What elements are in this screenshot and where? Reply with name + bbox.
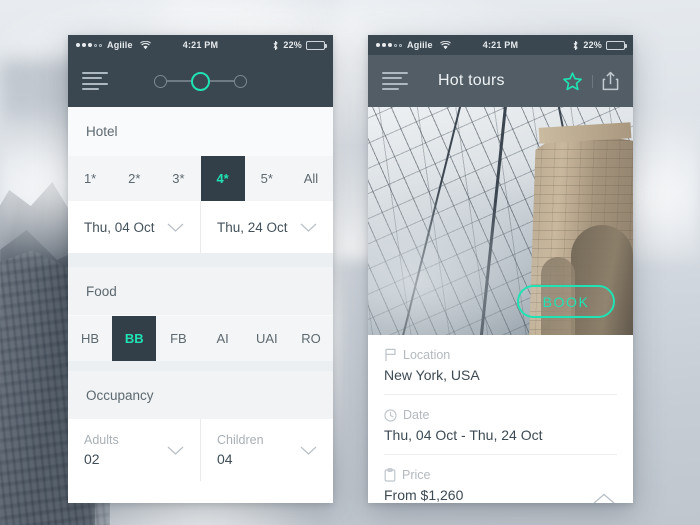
section-divider-2 <box>68 361 333 371</box>
bluetooth-icon <box>572 40 579 51</box>
battery-percent-label: 22% <box>283 40 302 50</box>
chevron-up-icon[interactable] <box>593 493 615 503</box>
chip-hotel-5star[interactable]: 5* <box>245 156 289 201</box>
chip-hotel-1star[interactable]: 1* <box>68 156 112 201</box>
chip-food-hb[interactable]: HB <box>68 316 112 361</box>
children-value: 04 <box>217 451 233 467</box>
chip-hotel-3star[interactable]: 3* <box>156 156 200 201</box>
status-bar-left: Agiile <box>376 40 451 50</box>
checkin-date-field[interactable]: Thu, 04 Oct <box>68 201 200 253</box>
battery-icon <box>306 40 327 50</box>
chip-hotel-all[interactable]: All <box>289 156 333 201</box>
chip-hotel-2star[interactable]: 2* <box>112 156 156 201</box>
date-label-group: Date <box>384 408 617 422</box>
signal-strength-icon <box>76 43 102 47</box>
hamburger-menu-icon[interactable] <box>82 72 108 90</box>
date-range-fields: Thu, 04 Oct Thu, 24 Oct <box>68 201 333 253</box>
book-button[interactable]: BOOK <box>517 285 615 318</box>
battery-icon <box>606 40 627 50</box>
carrier-label: Agiile <box>407 40 433 50</box>
status-bar: Agiile 4:21 PM 22% <box>368 35 633 55</box>
adults-value: 02 <box>84 451 100 467</box>
step-dot-2-active[interactable] <box>191 71 210 91</box>
flag-icon <box>384 348 397 362</box>
step-connector-2 <box>210 80 234 82</box>
adults-stepper[interactable]: Adults 02 <box>68 419 200 481</box>
tour-detail-list: Location New York, USA Date Thu, 04 Oct … <box>368 335 633 503</box>
hamburger-menu-icon[interactable] <box>382 72 408 90</box>
navigation-bar <box>68 55 333 107</box>
screenshot-stage: Agiile 4:21 PM 22% Hotel 1* 2* 3* 4* 5* … <box>0 0 700 525</box>
checkout-date-value: Thu, 24 Oct <box>217 219 288 235</box>
section-title-occupancy: Occupancy <box>68 371 333 419</box>
children-stepper[interactable]: Children 04 <box>200 419 333 481</box>
price-label-group: Price <box>384 468 617 482</box>
chevron-down-icon <box>300 446 317 455</box>
section-occupancy: Occupancy Adults 02 Children 04 <box>68 371 333 481</box>
chip-food-ai[interactable]: AI <box>201 316 245 361</box>
food-plan-chips: HB BB FB AI UAI RO <box>68 315 333 361</box>
location-label: Location <box>403 348 451 362</box>
status-bar-left: Agiile <box>76 40 151 50</box>
signal-strength-icon <box>376 43 402 47</box>
step-dot-1[interactable] <box>154 74 167 88</box>
action-divider <box>592 74 593 88</box>
chip-food-bb[interactable]: BB <box>112 316 157 361</box>
location-value: New York, USA <box>384 367 480 383</box>
chip-food-fb[interactable]: FB <box>156 316 200 361</box>
clipboard-icon <box>384 468 396 482</box>
navigation-actions <box>562 71 619 92</box>
price-value: From $1,260 <box>384 487 464 503</box>
detail-row-date[interactable]: Date Thu, 04 Oct - Thu, 24 Oct <box>384 395 617 455</box>
detail-row-price[interactable]: Price From $1,260 <box>384 455 617 503</box>
checkin-date-value: Thu, 04 Oct <box>84 219 155 235</box>
children-label: Children <box>217 433 264 447</box>
price-label: Price <box>402 468 431 482</box>
step-dot-3[interactable] <box>234 74 247 88</box>
section-title-hotel: Hotel <box>68 107 333 155</box>
battery-percent-label: 22% <box>583 40 602 50</box>
carrier-label: Agiile <box>107 40 133 50</box>
detail-row-location[interactable]: Location New York, USA <box>384 335 617 395</box>
section-divider-1 <box>68 253 333 267</box>
chevron-down-icon <box>167 446 184 455</box>
bluetooth-icon <box>272 40 279 51</box>
wifi-icon <box>139 40 151 50</box>
star-icon[interactable] <box>562 71 583 92</box>
phone-screen-tour-detail: Agiile 4:21 PM 22% Hot tours BOOK Locati… <box>368 35 633 503</box>
chip-food-uai[interactable]: UAI <box>245 316 289 361</box>
clock-icon <box>384 408 397 422</box>
step-connector-1 <box>167 80 191 82</box>
date-label: Date <box>403 408 430 422</box>
hotel-star-rating-chips: 1* 2* 3* 4* 5* All <box>68 155 333 201</box>
checkout-date-field[interactable]: Thu, 24 Oct <box>200 201 333 253</box>
occupancy-fields: Adults 02 Children 04 <box>68 419 333 481</box>
page-title: Hot tours <box>438 72 505 89</box>
status-bar-right: 22% <box>272 40 327 51</box>
status-bar: Agiile 4:21 PM 22% <box>68 35 333 55</box>
phone-screen-search-filters: Agiile 4:21 PM 22% Hotel 1* 2* 3* 4* 5* … <box>68 35 333 503</box>
status-bar-right: 22% <box>572 40 627 51</box>
location-label-group: Location <box>384 348 617 362</box>
section-food: Food HB BB FB AI UAI RO <box>68 267 333 361</box>
adults-label: Adults <box>84 433 119 447</box>
date-value: Thu, 04 Oct - Thu, 24 Oct <box>384 427 543 443</box>
hero-image-brooklyn-bridge: BOOK <box>368 107 633 335</box>
chip-hotel-4star[interactable]: 4* <box>200 156 245 201</box>
chevron-down-icon <box>167 223 184 232</box>
chevron-down-icon <box>300 223 317 232</box>
chip-food-ro[interactable]: RO <box>289 316 333 361</box>
share-icon[interactable] <box>602 71 619 91</box>
section-title-food: Food <box>68 267 333 315</box>
navigation-bar: Hot tours <box>368 55 633 107</box>
section-hotel: Hotel 1* 2* 3* 4* 5* All Thu, 04 Oct Thu… <box>68 107 333 253</box>
wifi-icon <box>439 40 451 50</box>
